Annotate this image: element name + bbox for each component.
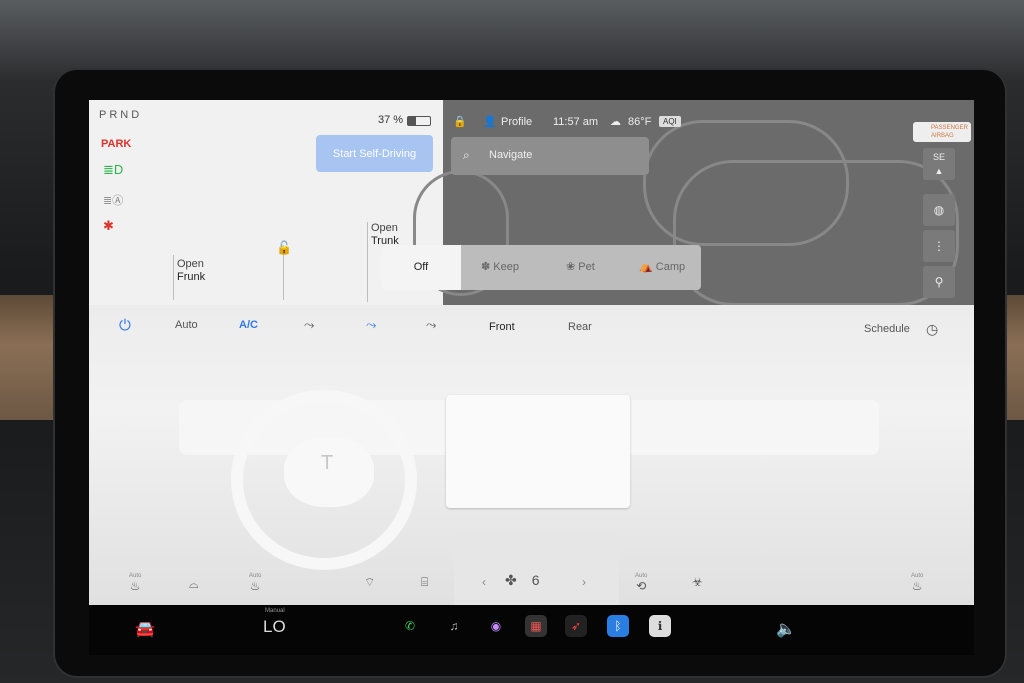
info-app-icon[interactable]: ℹ bbox=[649, 615, 671, 637]
weather-icon: ☁ bbox=[610, 116, 621, 128]
fan-speed-control: ✤ 6 bbox=[505, 572, 540, 589]
auto-label: Auto bbox=[635, 573, 648, 579]
mode-camp-label: Camp bbox=[655, 261, 686, 273]
mode-pet[interactable]: ❀ Pet bbox=[566, 245, 595, 290]
auto-label: Auto bbox=[249, 573, 262, 579]
front-defrost-icon[interactable]: ⌔ bbox=[364, 575, 375, 590]
climate-mode-selector: Off ✽ Keep ❀ Pet ⛺ Camp bbox=[381, 245, 701, 290]
clock-icon[interactable]: ◷ bbox=[926, 321, 938, 338]
navigate-search-box[interactable]: ⌕ Navigate bbox=[451, 137, 649, 175]
seatbelt-warning-icon: ✱ bbox=[103, 218, 114, 233]
navigate-placeholder: Navigate bbox=[489, 149, 533, 161]
profile-button[interactable]: Profile bbox=[501, 116, 532, 128]
driver-seat-heater[interactable]: Auto ♨ bbox=[129, 573, 141, 593]
tent-icon: ⛺ bbox=[639, 261, 653, 273]
phone-icon[interactable]: ✆ bbox=[399, 615, 421, 637]
navigation-app-icon[interactable]: ➶ bbox=[565, 615, 587, 637]
search-icon: ⌕ bbox=[463, 148, 470, 162]
gear-selector-indicator: PRND bbox=[99, 109, 143, 121]
start-self-driving-button[interactable]: Start Self-Driving bbox=[316, 135, 433, 172]
airbag-line2: AIRBAG bbox=[931, 133, 954, 139]
ac-button[interactable]: A/C bbox=[239, 319, 258, 331]
rear-defrost-icon[interactable]: ⌓ bbox=[189, 577, 199, 592]
aqi-badge[interactable]: AQI bbox=[659, 116, 681, 127]
mode-off-label: Off bbox=[413, 261, 429, 273]
mode-keep-label: Keep bbox=[493, 261, 519, 273]
airflow-face-feet-icon[interactable]: ⤳ bbox=[366, 317, 376, 333]
map-layers-icon[interactable]: ◍ bbox=[923, 194, 955, 226]
schedule-button[interactable]: Schedule bbox=[864, 323, 910, 335]
car-icon[interactable]: 🚘 bbox=[135, 619, 155, 639]
compass-button[interactable]: SE ▲ bbox=[923, 148, 955, 180]
fan-icon: ✤ bbox=[505, 572, 517, 588]
trunk-action-label: Open bbox=[371, 222, 398, 234]
auto-highbeam-icon: ≣Ⓐ bbox=[103, 195, 124, 207]
fan-decrease-chevron-icon[interactable]: ‹ bbox=[482, 575, 486, 589]
fan-increase-chevron-icon[interactable]: › bbox=[582, 575, 586, 589]
bottom-dock: 🚘 Manual LO ✆ ♫ ◉ ▦ ➶ ᛒ ℹ 🔈 bbox=[89, 605, 974, 655]
open-frunk-button[interactable]: Open Frunk bbox=[177, 258, 205, 284]
profile-icon[interactable]: 👤 bbox=[483, 115, 497, 128]
music-icon[interactable]: ♫ bbox=[443, 615, 465, 637]
lock-icon[interactable]: 🔒 bbox=[453, 115, 467, 128]
passenger-airbag-indicator: PASSENGER AIRBAG bbox=[913, 122, 971, 142]
passenger-seat-heater[interactable]: Auto ♨ bbox=[911, 573, 923, 593]
map-road bbox=[673, 160, 959, 306]
park-indicator: PARK bbox=[101, 138, 132, 150]
clock: 11:57 am bbox=[553, 116, 599, 128]
airflow-feet-icon[interactable]: ⤳ bbox=[426, 317, 436, 333]
frunk-label: Frunk bbox=[177, 271, 206, 283]
volume-icon[interactable]: 🔈 bbox=[776, 619, 796, 639]
arcade-app-icon[interactable]: ▦ bbox=[525, 615, 547, 637]
camera-app-icon[interactable]: ◉ bbox=[485, 615, 507, 637]
front-tab[interactable]: Front bbox=[489, 321, 515, 333]
temp-value: LO bbox=[263, 617, 286, 636]
tesla-logo: T bbox=[321, 452, 334, 474]
climate-panel: T ⏻ Auto A/C ⤳ ⤳ ⤳ Front Rear Schedule ◷… bbox=[89, 305, 974, 655]
mode-pet-label: Pet bbox=[578, 261, 595, 273]
outside-temperature: 86°F bbox=[628, 116, 652, 128]
center-display-render bbox=[446, 395, 630, 508]
compass-heading: SE bbox=[932, 152, 945, 162]
fan-icon: ✽ bbox=[481, 261, 491, 273]
steering-heater-icon[interactable]: Auto ♨ bbox=[249, 573, 261, 593]
climate-auto-button[interactable]: Auto bbox=[175, 319, 198, 331]
location-pin-icon[interactable]: ⚲ bbox=[923, 266, 955, 298]
unlock-icon[interactable]: 🔓 bbox=[276, 240, 292, 256]
mode-off[interactable]: Off bbox=[381, 245, 461, 290]
frunk-action-label: Open bbox=[177, 258, 204, 270]
touchscreen: PRND PARK ≣D ≣Ⓐ ✱ 37 % Start Self-Drivin… bbox=[89, 100, 974, 655]
climate-power-icon[interactable]: ⏻ bbox=[119, 317, 131, 334]
battery-percent: 37 % bbox=[378, 114, 404, 126]
airbag-line1: PASSENGER bbox=[931, 125, 968, 131]
mode-keep[interactable]: ✽ Keep bbox=[481, 245, 519, 290]
bluetooth-icon[interactable]: ᛒ bbox=[607, 615, 629, 637]
auto-label: Auto bbox=[129, 573, 142, 579]
divider bbox=[173, 255, 174, 300]
rear-window-defrost-icon[interactable]: ⌸ bbox=[421, 575, 428, 590]
driver-temperature[interactable]: Manual LO bbox=[263, 608, 286, 637]
fan-speed-value: 6 bbox=[531, 572, 540, 588]
battery-icon bbox=[407, 116, 431, 126]
rear-tab[interactable]: Rear bbox=[568, 321, 592, 333]
bioweapon-mode-icon[interactable]: ☣ bbox=[692, 575, 703, 589]
auto-label: Auto bbox=[911, 573, 924, 579]
paw-icon: ❀ bbox=[566, 261, 576, 273]
headlight-icon: ≣D bbox=[103, 162, 124, 177]
divider bbox=[367, 222, 368, 302]
recirculate-button[interactable]: Auto ⟲ bbox=[635, 573, 647, 593]
temp-mode-label: Manual bbox=[265, 608, 285, 614]
traffic-icon[interactable]: ⋮ bbox=[923, 230, 955, 262]
mode-camp[interactable]: ⛺ Camp bbox=[639, 245, 685, 290]
airflow-face-icon[interactable]: ⤳ bbox=[304, 317, 314, 333]
